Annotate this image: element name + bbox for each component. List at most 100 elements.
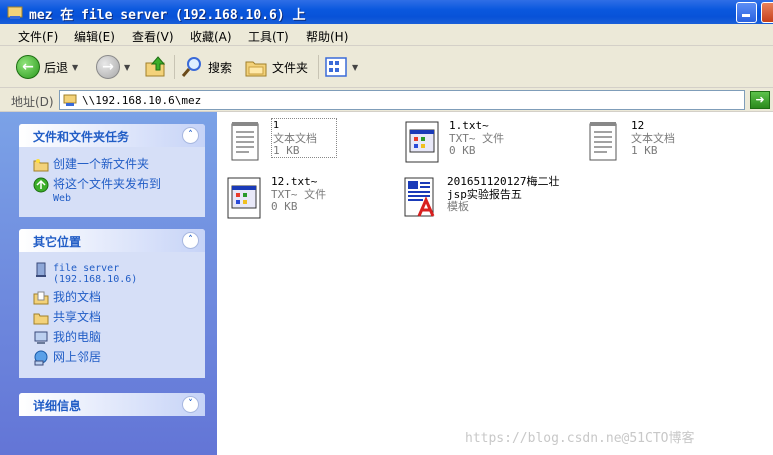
search-icon — [181, 57, 201, 77]
place-network-label: 网上邻居 — [53, 350, 102, 364]
folders-label: 文件夹 — [272, 60, 309, 75]
search-label: 搜索 — [208, 60, 233, 75]
menu-bar: 文件(F) 编辑(E) 查看(V) 收藏(A) 工具(T) 帮助(H) — [0, 24, 773, 46]
file-tasks-title: 文件和文件夹任务 — [33, 130, 130, 144]
server-name: file server — [53, 263, 120, 274]
title-bar: mez 在 file server (192.168.10.6) 上 — [0, 0, 773, 24]
file-name: 12.txt~ — [271, 175, 318, 188]
file-tasks-panel: 文件和文件夹任务 ˄ 创建一个新文件夹 将这个文件夹发布到 Web — [19, 124, 205, 217]
window-title: mez 在 file server (192.168.10.6) 上 — [29, 8, 306, 23]
go-button[interactable]: ➜ — [750, 91, 770, 109]
network-folder-icon — [63, 94, 77, 106]
up-folder-button[interactable] — [144, 53, 168, 81]
network-places-icon — [34, 350, 48, 366]
minimize-icon — [742, 14, 750, 17]
views-dropdown-icon[interactable]: ▼ — [352, 63, 358, 72]
forward-dropdown-icon[interactable]: ▼ — [124, 63, 130, 72]
place-my-computer-label: 我的电脑 — [53, 330, 102, 344]
address-label: 地址(D) — [11, 95, 54, 109]
back-arrow-icon: ← — [16, 55, 40, 79]
file-size: 0 KB — [449, 144, 476, 157]
back-label: 后退 — [44, 60, 69, 75]
menu-file[interactable]: 文件(F) — [18, 28, 58, 45]
search-button[interactable]: 搜索 — [180, 53, 232, 81]
network-folder-icon — [7, 6, 23, 19]
place-my-computer[interactable]: 我的电脑 — [33, 331, 101, 346]
toolbar-separator — [318, 55, 319, 79]
close-button[interactable] — [761, 2, 773, 23]
task-new-folder[interactable]: 创建一个新文件夹 — [33, 158, 149, 173]
views-button[interactable]: ▼ — [324, 53, 358, 81]
unknown-file-icon — [405, 121, 439, 163]
collapse-icon[interactable]: ˄ — [182, 232, 199, 249]
my-computer-icon — [34, 331, 48, 344]
details-title: 详细信息 — [33, 399, 82, 413]
menu-help[interactable]: 帮助(H) — [306, 28, 348, 45]
new-folder-icon — [33, 159, 49, 172]
text-document-icon — [231, 122, 259, 161]
details-header[interactable]: 详细信息 ˅ — [19, 393, 205, 416]
task-publish-web[interactable]: 将这个文件夹发布到 Web — [33, 177, 162, 205]
file-size: 1 KB — [631, 144, 658, 157]
text-document-icon — [589, 122, 617, 161]
address-value: \\192.168.10.6\mez — [82, 94, 202, 107]
place-file-server[interactable]: file server (192.168.10.6) — [33, 262, 137, 285]
file-name: 1.txt~ — [449, 119, 489, 132]
publish-line-2: Web — [53, 193, 72, 204]
minimize-button[interactable] — [736, 2, 757, 23]
other-places-header[interactable]: 其它位置 ˄ — [19, 229, 205, 252]
menu-view[interactable]: 查看(V) — [132, 28, 174, 45]
shared-documents-icon — [33, 313, 49, 325]
views-icon — [325, 57, 347, 77]
server-ip: (192.168.10.6) — [53, 274, 138, 285]
file-item[interactable]: 12 文本文档 1 KB — [587, 120, 737, 170]
watermark: https://blog.csdn.ne@51CTO博客 — [465, 431, 695, 446]
menu-edit[interactable]: 编辑(E) — [74, 28, 115, 45]
other-places-title: 其它位置 — [33, 235, 82, 249]
file-name-line-1: 201651120127梅二壮 — [447, 175, 560, 188]
place-my-documents[interactable]: 我的文档 — [33, 291, 101, 306]
folders-button[interactable]: 文件夹 — [244, 53, 308, 81]
address-bar: 地址(D) \\192.168.10.6\mez ▼ ➜ — [0, 88, 773, 112]
task-publish-web-label: 将这个文件夹发布到 Web — [53, 177, 162, 205]
place-shared-documents[interactable]: 共享文档 — [33, 311, 101, 326]
word-template-icon — [404, 177, 435, 217]
file-size: 1 KB — [273, 144, 300, 157]
place-shared-documents-label: 共享文档 — [53, 310, 102, 324]
back-button[interactable]: ← 后退 ▼ — [16, 53, 78, 81]
file-name: 1 — [273, 120, 280, 131]
menu-tools[interactable]: 工具(T) — [248, 28, 289, 45]
toolbar-separator — [174, 55, 175, 79]
other-places-panel: 其它位置 ˄ file server (192.168.10.6) 我的文档 共… — [19, 229, 205, 378]
expand-icon[interactable]: ˅ — [182, 396, 199, 413]
folders-icon — [245, 61, 267, 77]
file-item[interactable]: 12.txt~ TXT~ 文件 0 KB — [227, 176, 377, 226]
address-input[interactable]: \\192.168.10.6\mez ▼ — [59, 90, 745, 110]
file-list: 1 文本文档 1 KB 1.txt~ TXT~ 文件 0 KB 12 文本文档 … — [217, 112, 773, 455]
task-pane: 文件和文件夹任务 ˄ 创建一个新文件夹 将这个文件夹发布到 Web 其它位置 ˄ — [0, 112, 217, 455]
place-my-documents-label: 我的文档 — [53, 290, 102, 304]
unknown-file-icon — [227, 177, 261, 219]
forward-button[interactable]: → ▼ — [96, 53, 130, 81]
publish-line-1: 将这个文件夹发布到 — [53, 177, 162, 191]
forward-arrow-icon: → — [96, 55, 120, 79]
my-documents-icon — [33, 291, 49, 305]
file-item[interactable]: 1.txt~ TXT~ 文件 0 KB — [405, 120, 555, 170]
collapse-icon[interactable]: ˄ — [182, 127, 199, 144]
place-file-server-label: file server (192.168.10.6) — [53, 263, 137, 285]
details-panel: 详细信息 ˅ — [19, 393, 205, 416]
file-name: 12 — [631, 119, 645, 132]
place-network[interactable]: 网上邻居 — [33, 350, 102, 366]
toolbar: ← 后退 ▼ → ▼ 搜索 文件夹 ▼ — [0, 46, 773, 88]
file-type: 模板 — [447, 200, 469, 213]
file-item[interactable]: 201651120127梅二壮 jsp实验报告五 模板 — [403, 176, 603, 226]
menu-favorites[interactable]: 收藏(A) — [190, 28, 232, 45]
task-new-folder-label: 创建一个新文件夹 — [53, 157, 150, 171]
back-dropdown-icon[interactable]: ▼ — [72, 63, 78, 72]
up-folder-icon — [145, 56, 166, 77]
file-item[interactable]: 1 文本文档 1 KB — [229, 118, 379, 170]
publish-web-icon — [33, 177, 49, 193]
computer-icon — [36, 262, 46, 277]
file-tasks-header[interactable]: 文件和文件夹任务 ˄ — [19, 124, 205, 147]
file-size: 0 KB — [271, 200, 298, 213]
